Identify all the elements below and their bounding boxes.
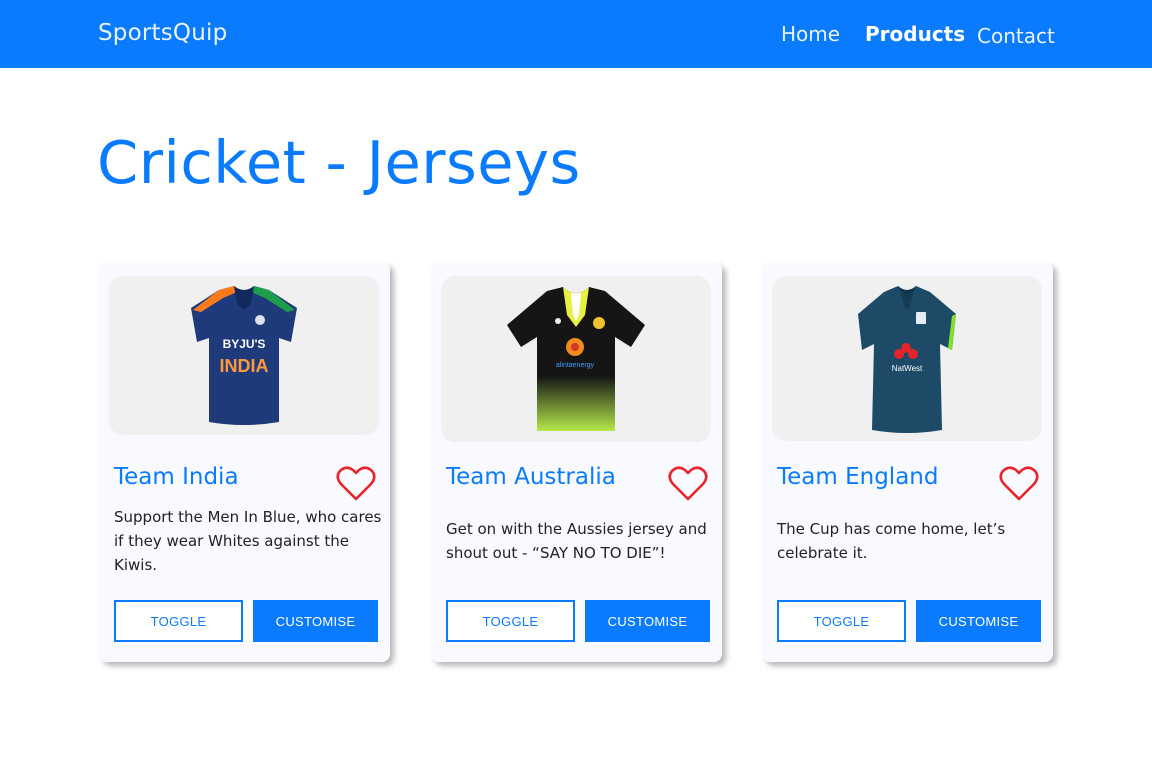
customise-button[interactable]: CUSTOMISE xyxy=(253,600,378,642)
card-description: Get on with the Aussies jersey and shout… xyxy=(446,520,707,562)
page-title: Cricket - Jerseys xyxy=(97,128,581,197)
product-card-england: NatWest Team England The Cup has come ho… xyxy=(762,262,1053,662)
card-title: Team Australia xyxy=(446,464,616,490)
heart-icon[interactable] xyxy=(999,466,1039,502)
toggle-button[interactable]: TOGGLE xyxy=(114,600,243,642)
product-image: NatWest xyxy=(772,276,1042,441)
jersey-sponsor-text: NatWest xyxy=(892,364,923,373)
card-description: The Cup has come home, let’s celebrate i… xyxy=(777,520,1006,562)
product-image: BYJU'S INDIA xyxy=(109,276,379,435)
nav-link-home[interactable]: Home xyxy=(781,22,840,46)
nav-link-contact[interactable]: Contact xyxy=(977,24,1055,48)
customise-button[interactable]: CUSTOMISE xyxy=(916,600,1041,642)
nav-link-products[interactable]: Products xyxy=(865,22,965,46)
jersey-team-text: INDIA xyxy=(220,356,269,376)
product-card-australia: alintaenergy Team Australia Get on with … xyxy=(431,262,722,662)
india-jersey-icon: BYJU'S INDIA xyxy=(191,285,297,425)
customise-button[interactable]: CUSTOMISE xyxy=(585,600,710,642)
jersey-sponsor-text: BYJU'S xyxy=(223,337,266,351)
heart-icon[interactable] xyxy=(336,466,376,502)
brand-logo[interactable]: SportsQuip xyxy=(98,20,227,46)
card-title: Team India xyxy=(114,464,239,490)
product-card-india: BYJU'S INDIA Team India Support the Men … xyxy=(99,262,390,662)
product-image: alintaenergy xyxy=(441,276,711,442)
card-description: Support the Men In Blue, who cares if th… xyxy=(114,508,382,574)
toggle-button[interactable]: TOGGLE xyxy=(446,600,575,642)
australia-jersey-icon: alintaenergy xyxy=(507,287,645,431)
navbar: SportsQuip Home Products Contact xyxy=(0,0,1152,68)
card-title: Team England xyxy=(777,464,939,490)
jersey-sponsor-text: alintaenergy xyxy=(556,362,595,369)
heart-icon[interactable] xyxy=(668,466,708,502)
toggle-button[interactable]: TOGGLE xyxy=(777,600,906,642)
england-jersey-icon: NatWest xyxy=(858,285,956,433)
